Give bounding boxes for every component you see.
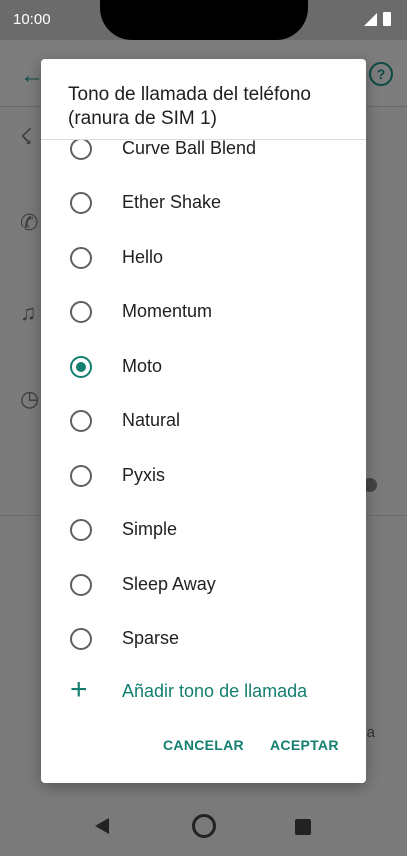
ringtone-label: Sparse: [122, 628, 180, 648]
ringtone-dialog: Tono de llamada del teléfono (ranura de …: [41, 59, 366, 783]
background-text-fragment: a: [366, 724, 375, 741]
radio-button[interactable]: [70, 192, 92, 214]
camera-notch: [100, 0, 308, 40]
ringtone-label: Sleep Away: [122, 574, 216, 594]
ringtone-option[interactable]: Moto: [41, 340, 366, 394]
radio-button-selected[interactable]: [70, 356, 92, 378]
ringtone-label: Natural: [122, 410, 181, 430]
missed-call-icon: ☇: [20, 124, 33, 149]
add-ringtone-button[interactable]: + Añadir tono de llamada: [41, 671, 366, 715]
status-bar: 10:00: [0, 0, 407, 40]
phone-icon: ✆: [20, 210, 39, 235]
ringtone-option[interactable]: Simple: [41, 503, 366, 557]
radio-button[interactable]: [70, 301, 92, 323]
cancel-button[interactable]: CANCELAR: [163, 737, 244, 753]
battery-icon: [383, 12, 391, 26]
ringtone-option[interactable]: Sleep Away: [41, 558, 366, 612]
radio-button[interactable]: [70, 465, 92, 487]
signal-icon: [364, 13, 377, 26]
ringtone-label: Hello: [122, 247, 164, 267]
radio-button[interactable]: [70, 140, 92, 160]
accept-button[interactable]: ACEPTAR: [270, 737, 339, 753]
ringtone-option[interactable]: Sparse: [41, 612, 366, 666]
ringtone-option[interactable]: Hello: [41, 231, 366, 285]
ringtone-option[interactable]: Pyxis: [41, 449, 366, 503]
nav-home-icon[interactable]: [192, 814, 216, 838]
ringtone-label: Simple: [122, 519, 178, 539]
help-icon: ?: [369, 62, 393, 86]
navigation-bar: [0, 798, 407, 856]
nav-back-icon[interactable]: [95, 818, 109, 834]
alarm-icon: ◷: [20, 386, 40, 411]
ringtone-label: Momentum: [122, 301, 213, 321]
radio-button[interactable]: [70, 628, 92, 650]
ringtone-label: Curve Ball Blend: [122, 140, 257, 158]
ringtone-label: Ether Shake: [122, 192, 222, 212]
ringtone-option[interactable]: Natural: [41, 394, 366, 448]
bell-icon: ♫: [20, 300, 37, 325]
status-time: 10:00: [13, 11, 51, 28]
add-ringtone-label: Añadir tono de llamada: [122, 681, 308, 701]
dialog-title: Tono de llamada del teléfono (ranura de …: [68, 84, 311, 129]
ringtone-label: Pyxis: [122, 465, 166, 485]
nav-recents-icon[interactable]: [295, 819, 311, 835]
ringtone-option[interactable]: Ether Shake: [41, 176, 366, 230]
ringtone-list[interactable]: Curve Ball Blend Ether Shake Hello Momen…: [41, 140, 366, 710]
radio-button[interactable]: [70, 519, 92, 541]
ringtone-option[interactable]: Curve Ball Blend: [41, 140, 366, 176]
ringtone-option[interactable]: Momentum: [41, 285, 366, 339]
radio-button[interactable]: [70, 410, 92, 432]
radio-button[interactable]: [70, 574, 92, 596]
plus-icon: +: [70, 673, 88, 706]
radio-button[interactable]: [70, 247, 92, 269]
ringtone-label: Moto: [122, 356, 163, 376]
